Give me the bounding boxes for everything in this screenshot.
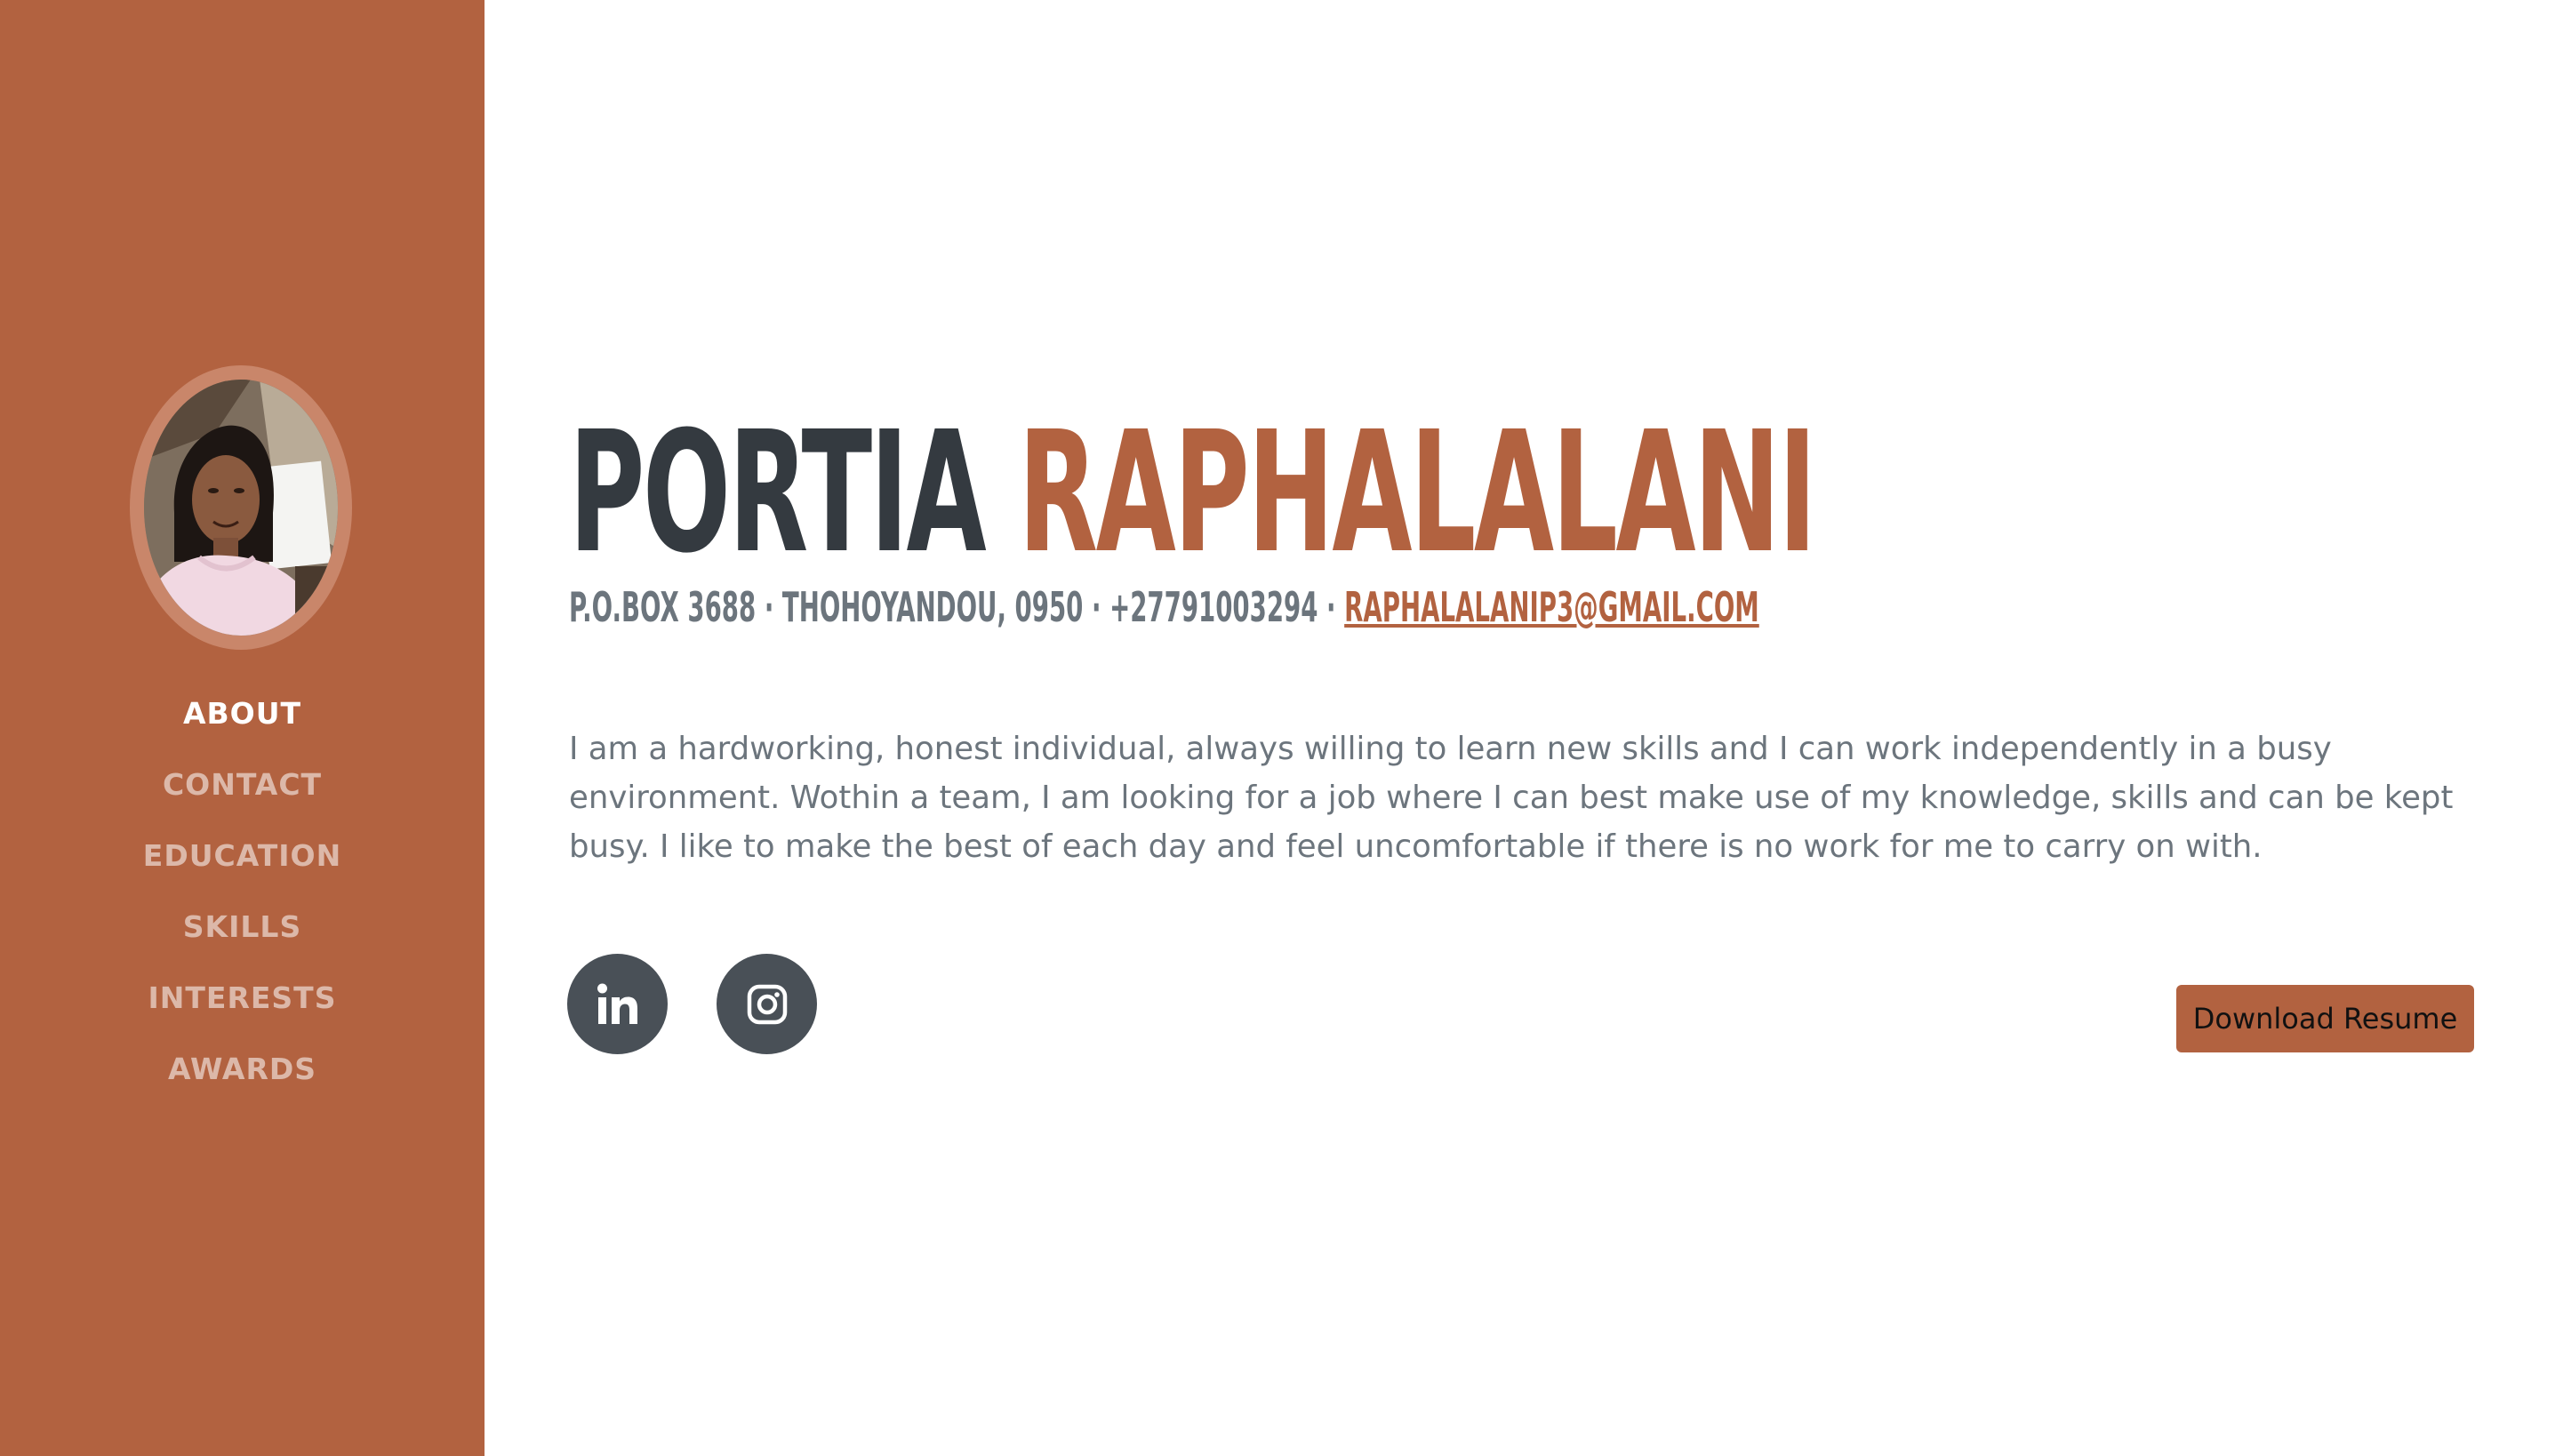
email-link[interactable]: RAPHALALANIP3@GMAIL.COM [1344,583,1759,631]
sidebar: ABOUT CONTACT EDUCATION SKILLS INTERESTS… [0,0,485,1456]
nav-item-contact[interactable]: CONTACT [0,764,485,836]
address-phone: P.O.BOX 3688 · THOHOYANDOU, 0950 · +2779… [569,583,1345,631]
linkedin-button[interactable] [567,954,668,1054]
nav-item-education[interactable]: EDUCATION [0,836,485,907]
sidebar-nav: ABOUT CONTACT EDUCATION SKILLS INTERESTS… [0,693,485,1120]
about-text: I am a hardworking, honest individual, a… [569,731,2454,865]
first-name: PORTIA [569,396,987,590]
page-title: PORTIA RAPHALALANI [569,404,1817,582]
nav-item-skills[interactable]: SKILLS [0,907,485,978]
avatar-frame [130,365,352,650]
contact-line: P.O.BOX 3688 · THOHOYANDOU, 0950 · +2779… [569,582,1759,632]
instagram-icon [747,984,787,1024]
download-resume-button[interactable]: Download Resume [2176,985,2474,1052]
nav-item-about[interactable]: ABOUT [0,693,485,764]
avatar[interactable] [144,380,338,636]
nav-item-interests[interactable]: INTERESTS [0,978,485,1049]
last-name: RAPHALALANI [1018,396,1816,590]
main-content: PORTIA RAPHALALANI P.O.BOX 3688 · THOHOY… [485,0,2555,1456]
instagram-button[interactable] [717,954,817,1054]
avatar-photo [144,380,338,636]
nav-item-awards[interactable]: AWARDS [0,1049,485,1120]
linkedin-icon [597,983,637,1024]
